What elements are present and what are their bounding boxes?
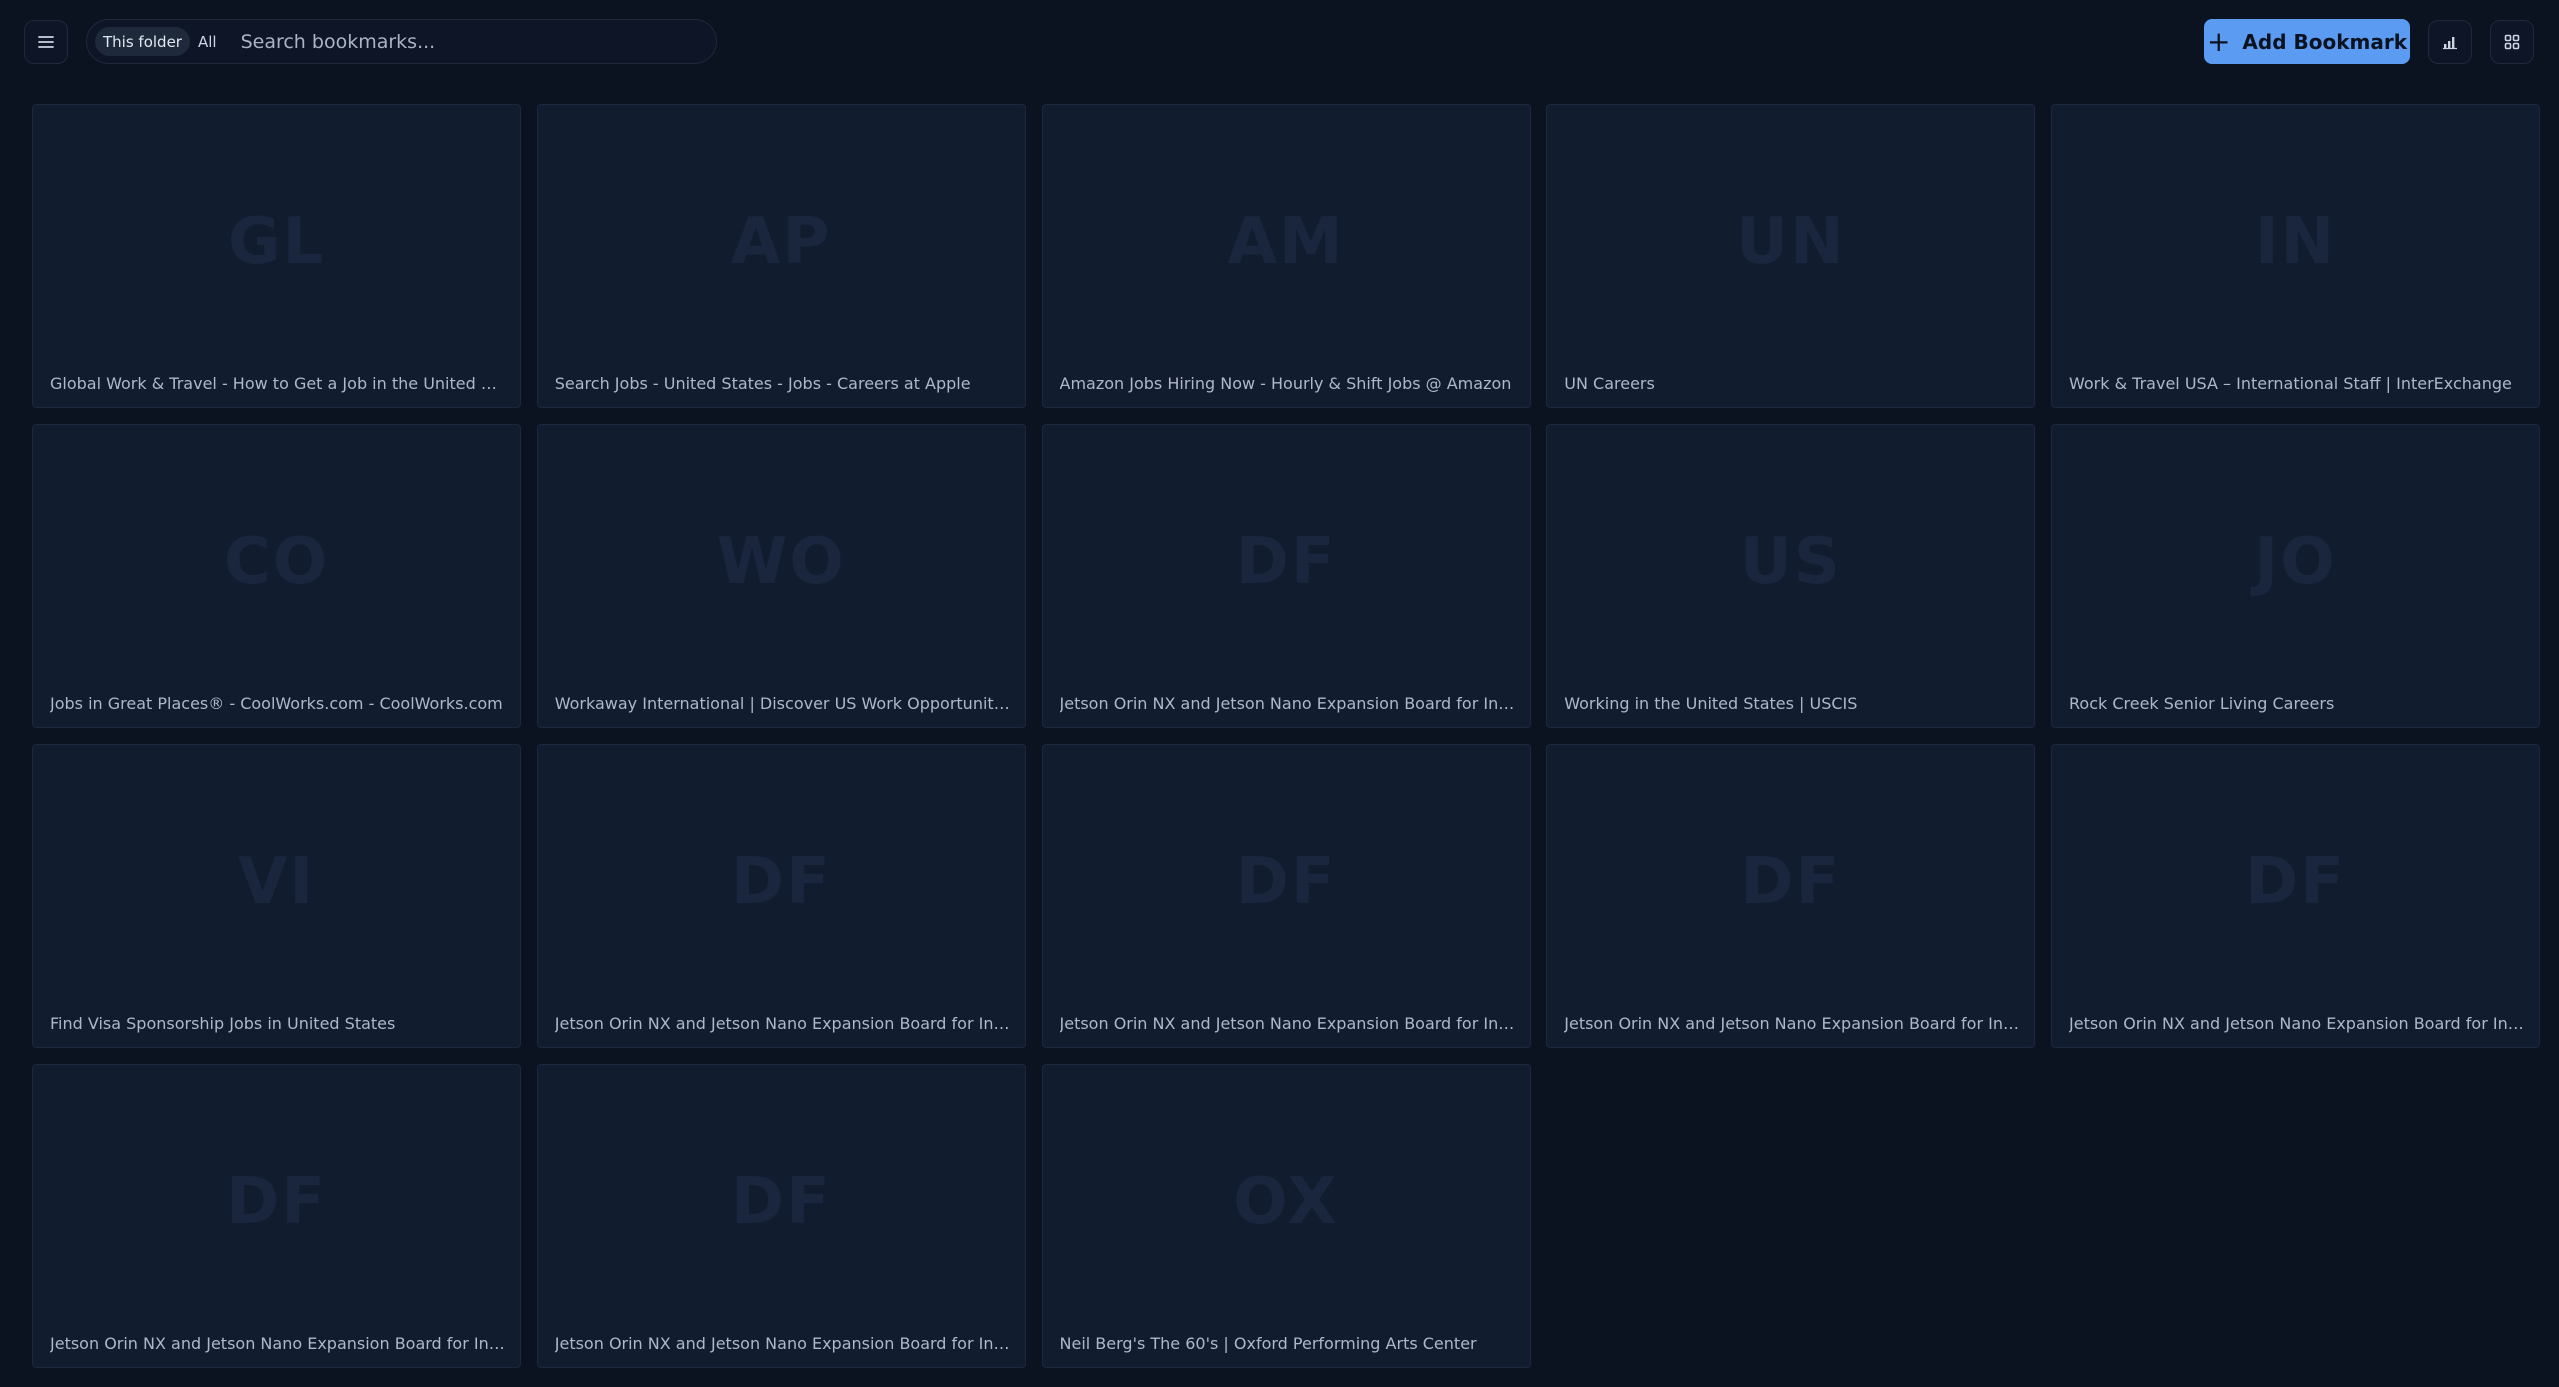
card-title: Jetson Orin NX and Jetson Nano Expansion… bbox=[50, 1334, 506, 1353]
bookmark-card[interactable]: WO Workaway International | Discover US W… bbox=[536, 424, 1026, 728]
scope-all-button[interactable]: All bbox=[190, 27, 225, 56]
card-initials: VI bbox=[237, 845, 316, 919]
card-initials: GL bbox=[227, 205, 326, 279]
card-title: Workaway International | Discover US Wor… bbox=[554, 694, 1011, 713]
bookmark-card[interactable]: CO Jobs in Great Places® - CoolWorks.com … bbox=[32, 424, 521, 728]
card-title: Find Visa Sponsorship Jobs in United Sta… bbox=[50, 1014, 396, 1033]
bookmark-card[interactable]: UN UN Careers bbox=[1546, 104, 2036, 408]
card-initials: DF bbox=[1740, 845, 1842, 919]
bookmark-grid: GL Global Work & Travel - How to Get a Jo… bbox=[32, 104, 2540, 1368]
card-title: Jetson Orin NX and Jetson Nano Expansion… bbox=[1564, 1014, 2021, 1033]
grid-icon bbox=[2504, 34, 2520, 50]
bookmark-card[interactable]: DF Jetson Orin NX and Jetson Nano Expansi… bbox=[32, 1064, 521, 1368]
search-bar: This folder All bbox=[86, 19, 717, 64]
card-initials: DF bbox=[226, 1165, 327, 1239]
hamburger-icon bbox=[38, 36, 54, 48]
bar-chart-icon bbox=[2443, 37, 2457, 50]
card-initials: DF bbox=[730, 845, 832, 919]
view-toggle-button[interactable] bbox=[2490, 20, 2534, 64]
scope-toggle: This folder All bbox=[95, 26, 225, 57]
card-title: Working in the United States | USCIS bbox=[1564, 694, 1858, 713]
card-initials: CO bbox=[223, 525, 330, 599]
card-initials: DF bbox=[2245, 845, 2346, 919]
bookmark-card[interactable]: AP Search Jobs - United States - Jobs - C… bbox=[536, 104, 1026, 408]
top-bar: This folder All + Add Bookmark bbox=[0, 0, 2559, 84]
bookmark-card[interactable]: US Working in the United States | USCIS bbox=[1546, 424, 2036, 728]
card-title: Amazon Jobs Hiring Now - Hourly & Shift … bbox=[1059, 374, 1512, 393]
bookmark-card[interactable]: DF Jetson Orin NX and Jetson Nano Expansi… bbox=[1546, 744, 2036, 1048]
card-title: Jetson Orin NX and Jetson Nano Expansion… bbox=[554, 1014, 1011, 1033]
card-initials: UN bbox=[1735, 205, 1846, 279]
card-title: Search Jobs - United States - Jobs - Car… bbox=[554, 374, 971, 393]
card-title: Jetson Orin NX and Jetson Nano Expansion… bbox=[554, 1334, 1011, 1353]
card-initials: US bbox=[1739, 525, 1842, 599]
card-title: Work & Travel USA – International Staff … bbox=[2069, 374, 2512, 393]
bookmark-card[interactable]: IN Work & Travel USA – International Staf… bbox=[2051, 104, 2540, 408]
card-initials: DF bbox=[1235, 845, 1337, 919]
card-title: Jetson Orin NX and Jetson Nano Expansion… bbox=[2069, 1014, 2525, 1033]
bookmark-card[interactable]: DF Jetson Orin NX and Jetson Nano Expansi… bbox=[1041, 744, 1531, 1048]
card-initials: OX bbox=[1233, 1165, 1339, 1239]
stats-button[interactable] bbox=[2428, 20, 2472, 64]
card-initials: JO bbox=[2254, 525, 2337, 599]
add-bookmark-label: Add Bookmark bbox=[2242, 29, 2408, 54]
search-input[interactable] bbox=[238, 21, 716, 62]
bookmark-card[interactable]: JO Rock Creek Senior Living Careers bbox=[2051, 424, 2540, 728]
plus-icon: + bbox=[2206, 24, 2231, 58]
card-initials: DF bbox=[1235, 525, 1337, 599]
bookmark-card[interactable]: OX Neil Berg's The 60's | Oxford Performi… bbox=[1041, 1064, 1531, 1368]
bookmark-card[interactable]: DF Jetson Orin NX and Jetson Nano Expansi… bbox=[1041, 424, 1531, 728]
bookmark-card[interactable]: DF Jetson Orin NX and Jetson Nano Expansi… bbox=[536, 744, 1026, 1048]
card-initials: DF bbox=[730, 1165, 832, 1239]
card-title: Rock Creek Senior Living Careers bbox=[2069, 694, 2335, 713]
card-title: Jetson Orin NX and Jetson Nano Expansion… bbox=[1059, 694, 1516, 713]
bookmark-card[interactable]: DF Jetson Orin NX and Jetson Nano Expansi… bbox=[536, 1064, 1026, 1368]
card-initials: IN bbox=[2254, 205, 2337, 279]
card-title: Global Work & Travel - How to Get a Job … bbox=[50, 374, 506, 393]
card-title: Jobs in Great Places® - CoolWorks.com - … bbox=[50, 694, 503, 713]
bookmark-card[interactable]: GL Global Work & Travel - How to Get a Jo… bbox=[32, 104, 521, 408]
menu-button[interactable] bbox=[24, 20, 68, 64]
bookmark-card[interactable]: VI Find Visa Sponsorship Jobs in United S… bbox=[32, 744, 521, 1048]
add-bookmark-button[interactable]: + Add Bookmark bbox=[2204, 19, 2410, 64]
card-title: UN Careers bbox=[1564, 374, 1655, 393]
card-initials: AP bbox=[731, 205, 832, 279]
card-initials: WO bbox=[716, 525, 846, 599]
bookmark-card[interactable]: AM Amazon Jobs Hiring Now - Hourly & Shif… bbox=[1041, 104, 1531, 408]
bookmark-card[interactable]: DF Jetson Orin NX and Jetson Nano Expansi… bbox=[2051, 744, 2540, 1048]
card-title: Jetson Orin NX and Jetson Nano Expansion… bbox=[1059, 1014, 1516, 1033]
scope-this-folder-button[interactable]: This folder bbox=[95, 27, 190, 56]
card-initials: AM bbox=[1227, 205, 1345, 279]
card-title: Neil Berg's The 60's | Oxford Performing… bbox=[1059, 1334, 1477, 1353]
